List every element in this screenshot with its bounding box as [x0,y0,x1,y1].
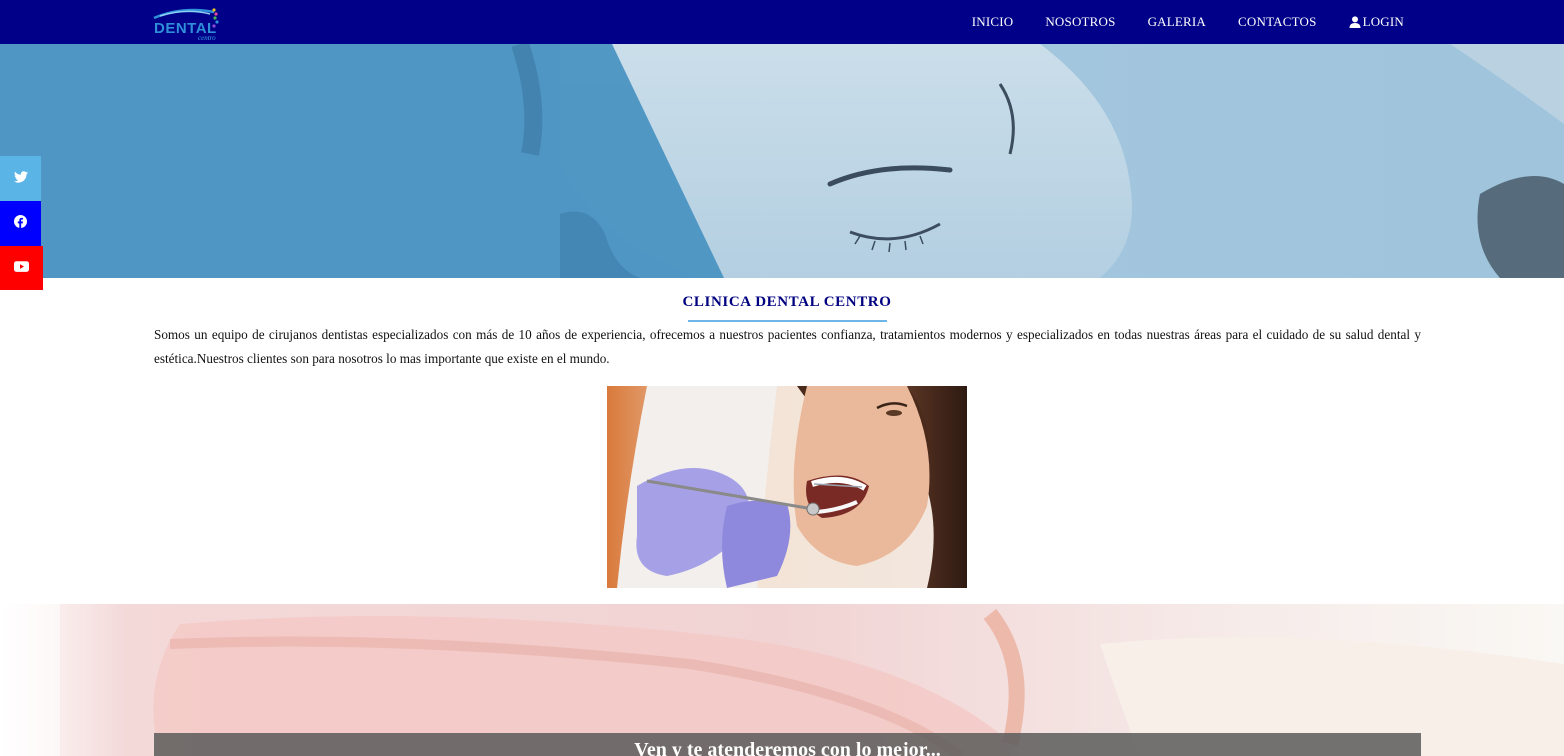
user-icon [1349,16,1361,28]
nav-label: NOSOTROS [1045,14,1116,29]
cta-text: Ven y te atenderemos con lo mejor... [634,739,941,756]
dental-patient-photo [607,386,967,588]
youtube-link[interactable] [0,246,43,290]
nav-link-login[interactable]: LOGIN [1349,14,1404,30]
nav-label: CONTACTOS [1238,14,1317,29]
brand-logo[interactable]: DENTAL centro [152,4,222,42]
nav-link-contactos[interactable]: CONTACTOS [1238,14,1317,30]
facebook-link[interactable] [0,201,41,246]
twitter-icon [13,170,28,188]
intro-paragraph: Somos un equipo de cirujanos dentistas e… [154,327,1421,366]
main-nav: INICIO NOSOTROS GALERIA CONTACTOS LOGIN [940,0,1404,44]
cta-overlay-box: Ven y te atenderemos con lo mejor... [154,733,1421,756]
nav-link-galeria[interactable]: GALERIA [1148,14,1206,30]
nav-label: INICIO [971,14,1014,29]
facebook-icon [14,214,27,233]
nav-label: LOGIN [1362,14,1404,29]
youtube-icon [14,259,29,277]
nav-label: GALERIA [1147,14,1207,29]
logo-subtext: centro [198,34,216,42]
top-navbar: DENTAL centro INICIO NOSOTROS GALERIA CO… [0,0,1564,44]
nav-link-nosotros[interactable]: NOSOTROS [1045,14,1115,30]
title-underline [688,320,887,322]
twitter-link[interactable] [0,156,41,201]
section-title: CLINICA DENTAL CENTRO [682,294,892,310]
nav-link-inicio[interactable]: INICIO [972,14,1014,30]
hero-banner-image [0,44,1564,278]
